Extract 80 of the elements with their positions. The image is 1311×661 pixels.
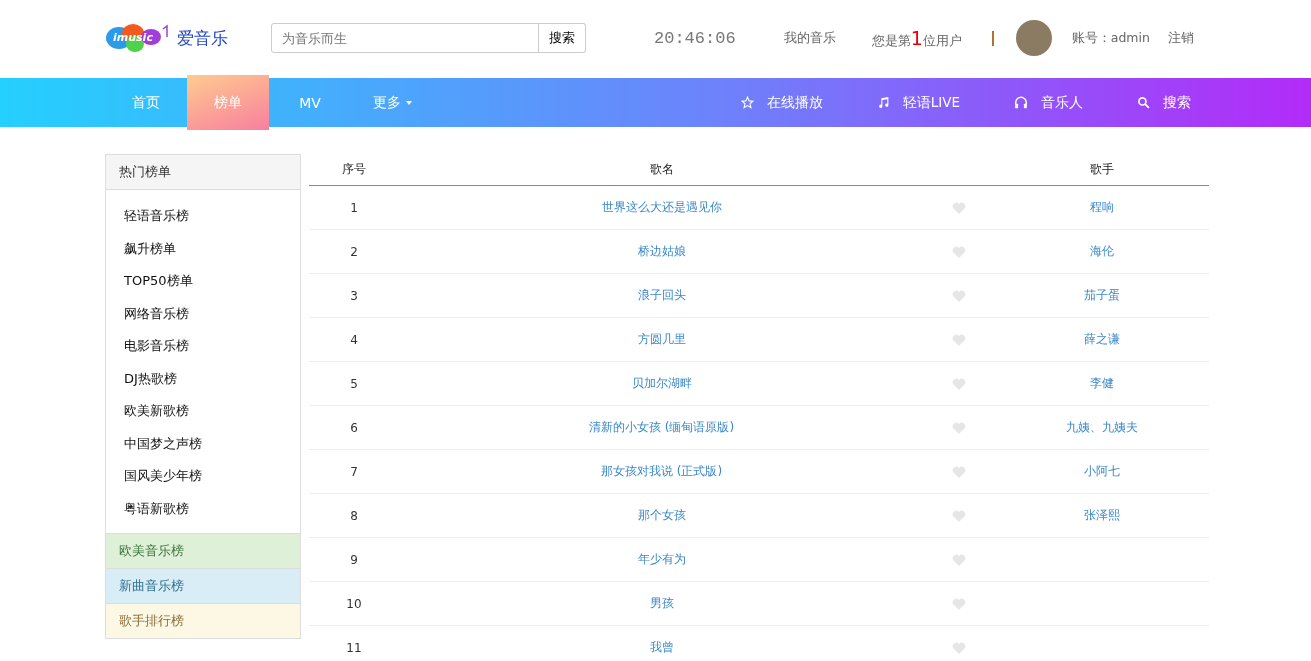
nav-tab[interactable]: 首页 bbox=[105, 78, 187, 127]
sidebar-category[interactable]: 欧美音乐榜 bbox=[106, 533, 300, 568]
song-link[interactable]: 浪子回头 bbox=[637, 288, 686, 302]
nav-link[interactable]: 在线播放 bbox=[722, 78, 841, 127]
rank-number: 4 bbox=[350, 332, 358, 347]
rank-number: 1 bbox=[350, 200, 358, 215]
singer-link[interactable]: 小阿七 bbox=[1083, 464, 1120, 478]
song-link[interactable]: 年少有为 bbox=[637, 552, 686, 566]
song-link[interactable]: 世界这么大还是遇见你 bbox=[601, 200, 722, 214]
music-note-icon bbox=[876, 96, 890, 109]
heart-icon[interactable] bbox=[952, 245, 966, 258]
heart-icon[interactable] bbox=[952, 201, 966, 214]
heart-icon[interactable] bbox=[952, 377, 966, 390]
column-header: 歌名 bbox=[648, 161, 675, 178]
singer-link[interactable]: 茄子蛋 bbox=[1083, 288, 1120, 302]
sidebar-item[interactable]: DJ热歌榜 bbox=[124, 362, 300, 395]
column-header: 序号 bbox=[341, 161, 367, 178]
sidebar-category[interactable]: 新曲音乐榜 bbox=[106, 568, 300, 603]
sidebar-item[interactable]: 网络音乐榜 bbox=[124, 297, 300, 330]
brand-name[interactable]: 爱音乐 bbox=[177, 26, 228, 50]
caret-icon bbox=[405, 100, 412, 105]
logo-text: imusic bbox=[113, 31, 153, 44]
song-link[interactable]: 方圆几里 bbox=[637, 332, 686, 346]
rank-number: 5 bbox=[350, 376, 358, 391]
star-icon bbox=[740, 96, 754, 109]
heart-icon[interactable] bbox=[952, 333, 966, 346]
sidebar-header: 热门榜单 bbox=[106, 155, 300, 190]
singer-link[interactable]: 程响 bbox=[1089, 200, 1114, 214]
rank-number: 7 bbox=[350, 464, 358, 479]
sidebar-item[interactable]: 粤语新歌榜 bbox=[124, 492, 300, 525]
nav-tab[interactable]: MV bbox=[269, 78, 351, 127]
user-count-text: 您是第1位用户 bbox=[871, 26, 962, 50]
account-text: 账号：admin bbox=[1071, 29, 1150, 47]
heart-icon[interactable] bbox=[952, 289, 966, 302]
heart-icon[interactable] bbox=[952, 465, 966, 478]
search-button[interactable]: 搜索 bbox=[539, 23, 586, 53]
nav-link[interactable]: 音乐人 bbox=[996, 78, 1101, 127]
heart-icon[interactable] bbox=[952, 597, 966, 610]
heart-icon[interactable] bbox=[952, 421, 966, 434]
singer-link[interactable]: 薛之谦 bbox=[1083, 332, 1120, 346]
search-field[interactable]: 为音乐而生 bbox=[271, 23, 539, 53]
my-music-link[interactable]: 我的音乐 bbox=[783, 29, 836, 47]
sidebar-item[interactable]: 中国梦之声榜 bbox=[124, 427, 300, 460]
song-link[interactable]: 桥边姑娘 bbox=[637, 244, 686, 258]
rank-number: 9 bbox=[350, 552, 358, 567]
avatar-icon[interactable] bbox=[1015, 20, 1052, 56]
singer-link[interactable]: 张泽熙 bbox=[1083, 508, 1120, 522]
clock-text: 20:46:06 bbox=[654, 28, 736, 48]
rank-number: 11 bbox=[346, 640, 362, 655]
sidebar-item[interactable]: 飙升榜单 bbox=[124, 232, 300, 265]
column-header: 歌手 bbox=[1088, 161, 1115, 178]
logout-link[interactable]: 注销 bbox=[1167, 29, 1194, 47]
song-link[interactable]: 我曾 bbox=[649, 640, 674, 654]
sidebar-item[interactable]: TOP50榜单 bbox=[124, 265, 300, 298]
rank-number: 8 bbox=[350, 508, 358, 523]
sidebar-item[interactable]: 国风美少年榜 bbox=[124, 460, 300, 493]
rank-number: 6 bbox=[350, 420, 358, 435]
sidebar-category[interactable]: 歌手排行榜 bbox=[106, 603, 300, 638]
nav-link[interactable]: 搜索 bbox=[1119, 78, 1209, 127]
singer-link[interactable]: 海伦 bbox=[1089, 244, 1114, 258]
heart-icon[interactable] bbox=[952, 509, 966, 522]
rank-number: 2 bbox=[350, 244, 358, 259]
heart-icon[interactable] bbox=[952, 553, 966, 566]
search-icon bbox=[1137, 96, 1150, 109]
sidebar-item[interactable]: 欧美新歌榜 bbox=[124, 395, 300, 428]
song-link[interactable]: 清新的小女孩 (缅甸语原版) bbox=[588, 420, 735, 434]
sidebar-item[interactable]: 电影音乐榜 bbox=[124, 330, 300, 363]
rank-number: 3 bbox=[350, 288, 358, 303]
song-link[interactable]: 那个女孩 bbox=[637, 508, 686, 522]
song-link[interactable]: 男孩 bbox=[649, 596, 674, 610]
song-link[interactable]: 那女孩对我说 (正式版) bbox=[600, 464, 723, 478]
rank-number: 10 bbox=[346, 596, 362, 611]
sidebar-item[interactable]: 轻语音乐榜 bbox=[124, 200, 300, 233]
nav-tab[interactable]: 更多 bbox=[351, 78, 433, 127]
heart-icon[interactable] bbox=[952, 641, 966, 654]
nav-link[interactable]: 轻语LIVE bbox=[858, 78, 978, 127]
song-link[interactable]: 贝加尔湖畔 bbox=[631, 376, 692, 390]
singer-link[interactable]: 九姨、九姨夫 bbox=[1065, 420, 1138, 434]
headphones-icon bbox=[1014, 96, 1028, 109]
singer-link[interactable]: 李健 bbox=[1089, 376, 1114, 390]
